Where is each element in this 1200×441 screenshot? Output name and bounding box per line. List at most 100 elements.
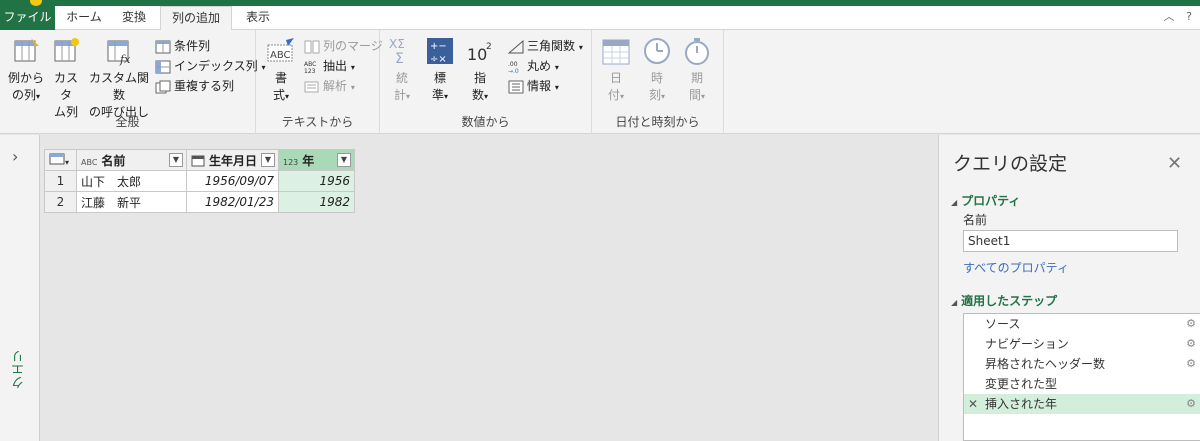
duplicate-column-icon [155,80,171,93]
group-number-label: 数値から [461,115,510,129]
column-from-examples-icon [14,38,39,62]
column-header-name[interactable]: ABC 名前 ▼ [76,149,187,171]
conditional-column-button[interactable]: 条件列 [155,36,210,56]
properties-section-header[interactable]: ◢ プロパティ [951,192,1020,209]
extract-button[interactable]: ABC 123 抽出 ▾ [304,56,355,76]
trigonometry-button[interactable]: 三角関数 ▾ [508,36,583,56]
gear-icon[interactable]: ⚙ [1186,394,1196,414]
tab-view[interactable]: 表示 [236,6,280,30]
standard-icon: +− ÷× [427,38,453,65]
cell-year[interactable]: 1956 [278,170,355,192]
row-number[interactable]: 2 [44,191,77,213]
duplicate-column-button[interactable]: 重複する列 [155,76,234,96]
queries-pane-label[interactable]: クエリ [10,350,30,389]
scientific-button[interactable]: 10 2 指 数▾ [464,36,496,105]
filter-dropdown-icon[interactable]: ▼ [169,153,183,167]
close-icon[interactable]: ✕ [1167,153,1182,174]
gear-icon[interactable]: ⚙ [1186,334,1196,354]
table-menu-button[interactable]: ▾ [44,149,77,171]
cell-name[interactable]: 山下 太郎 [76,170,187,192]
column-from-examples-button[interactable]: 例から の列▾ [6,36,46,105]
column-header-name-label: 名前 [101,153,126,168]
step-item[interactable]: 変更された型 [964,374,1200,394]
properties-header-label: プロパティ [961,194,1021,208]
merge-columns-button[interactable]: 列のマージ [304,36,383,56]
grid-header-row: ▾ ABC 名前 ▼ 生年月日 ▼ 123 年 ▼ [44,149,355,171]
group-datetime-label: 日付と時刻から [615,115,700,129]
svg-text:+−: +− [430,41,447,52]
collapse-ribbon-icon[interactable]: ︿ [1162,10,1176,24]
applied-steps-section-header[interactable]: ◢ 適用したステップ [951,292,1057,309]
tab-transform[interactable]: 変換 [112,6,156,30]
standard-button[interactable]: +− ÷× 標 準▾ [424,36,456,105]
step-item[interactable]: ソース ⚙ [964,314,1200,334]
statistics-label-1: 統 [395,71,408,85]
query-name-input[interactable]: Sheet1 [963,230,1178,252]
index-column-label: インデックス列 [174,59,258,73]
all-properties-link[interactable]: すべてのプロパティ [963,259,1069,276]
date-type-icon[interactable] [191,155,205,167]
cell-name[interactable]: 江藤 新平 [76,191,187,213]
step-item[interactable]: 昇格されたヘッダー数 ⚙ [964,354,1200,374]
step-item[interactable]: ナビゲーション ⚙ [964,334,1200,354]
information-button[interactable]: 情報 ▾ [508,76,559,96]
format-button[interactable]: ABC 書 式▾ [262,36,300,105]
filter-dropdown-icon[interactable]: ▼ [337,153,351,167]
invoke-custom-function-button[interactable]: fx カスタム関数 の呼び出し [86,36,152,121]
statistics-button[interactable]: XΣ Σ 統 計▾ [386,36,418,105]
statistics-icon: XΣΣ [389,37,405,66]
name-label: 名前 [963,213,988,227]
number-type-icon[interactable]: 123 [283,158,298,167]
index-column-button[interactable]: インデックス列 ▾ [155,56,266,76]
row-number[interactable]: 1 [44,170,77,192]
gear-icon[interactable]: ⚙ [1186,354,1196,374]
parse-icon [304,81,319,92]
calendar-icon [602,39,630,65]
date-button[interactable]: 日 付▾ [598,36,634,105]
help-icon[interactable]: ? [1182,10,1196,24]
table-row: 2 江藤 新平 1982/01/23 1982 [44,191,355,213]
step-item-selected[interactable]: ✕ 挿入された年 ⚙ [964,394,1200,414]
column-header-dob-label: 生年月日 [209,153,258,168]
statistics-label-2: 計 [393,88,406,102]
group-number: XΣ Σ 統 計▾ +− ÷× 標 準▾ 10 2 指 数▾ 三角関数 ▾ .00 →.… [380,30,592,134]
tab-home[interactable]: ホーム [58,6,110,30]
tab-file[interactable]: ファイル [0,6,55,30]
cell-dob[interactable]: 1982/01/23 [186,191,279,213]
delete-step-icon[interactable]: ✕ [968,394,978,414]
tab-add-column[interactable]: 列の追加 [160,6,232,31]
collapse-triangle-icon: ◢ [951,298,958,307]
svg-text:10: 10 [467,45,487,64]
cell-year[interactable]: 1982 [278,191,355,213]
ribbon-tab-bar: ファイル ホーム 変換 列の追加 表示 ︿ ? [0,6,1200,31]
text-type-icon[interactable]: ABC [81,158,97,167]
column-from-examples-label-2: の列 [11,88,36,102]
ribbon: 例から の列▾ カスタ ム列 fx カスタム関数 の呼び出し 条件列 インデック… [0,30,1200,134]
duration-label-2: 間 [688,88,701,102]
custom-column-button[interactable]: カスタ ム列 [50,36,82,121]
rounding-button[interactable]: .00 →.0 丸め ▾ [508,56,559,76]
parse-label: 解析 [323,79,348,93]
gear-icon[interactable]: ⚙ [1186,314,1196,334]
expand-queries-icon[interactable]: › [12,147,18,166]
cell-dob[interactable]: 1956/09/07 [186,170,279,192]
svg-text:ABC: ABC [270,50,291,61]
time-button[interactable]: 時 刻▾ [640,36,674,105]
index-column-icon [155,60,171,73]
parse-button[interactable]: 解析 ▾ [304,76,355,96]
table-icon [49,153,65,164]
group-datetime: 日 付▾ 時 刻▾ 期 間▾ 日付と時刻から [592,30,724,134]
duration-button[interactable]: 期 間▾ [680,36,714,105]
collapse-triangle-icon: ◢ [951,198,958,207]
queries-pane: › クエリ [0,135,40,441]
svg-text:2: 2 [486,42,492,52]
time-label-1: 時 [650,71,663,85]
conditional-column-label: 条件列 [174,39,211,53]
standard-label-1: 標 [433,71,446,85]
column-header-year[interactable]: 123 年 ▼ [278,149,355,171]
query-settings-pane: クエリの設定 ✕ ◢ プロパティ 名前 Sheet1 すべてのプロパティ ◢ 適用し… [938,135,1200,441]
group-text: ABC 書 式▾ 列のマージ ABC 123 抽出 ▾ 解析 ▾ テキストから [256,30,383,134]
filter-dropdown-icon[interactable]: ▼ [261,153,275,167]
column-header-dob[interactable]: 生年月日 ▼ [186,149,279,171]
conditional-column-icon [155,40,171,53]
